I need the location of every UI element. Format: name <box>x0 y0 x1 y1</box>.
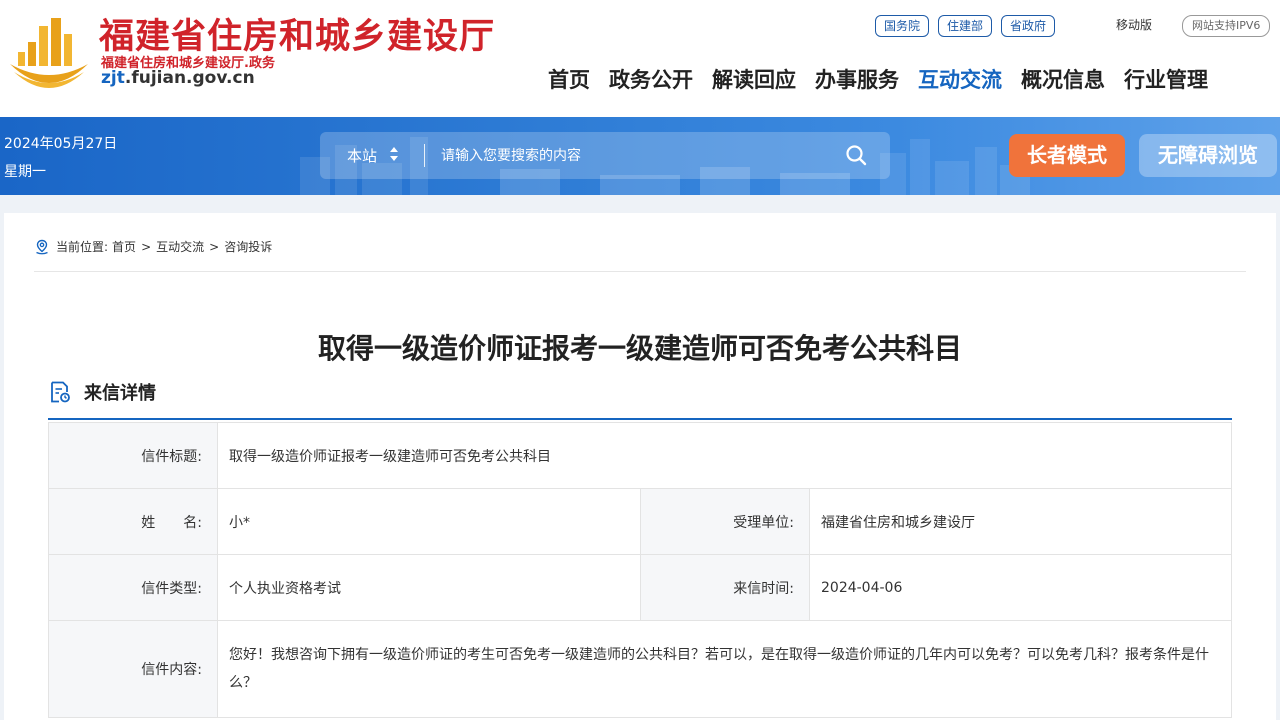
nav-interpretation[interactable]: 解读回应 <box>712 64 796 94</box>
elder-mode-button[interactable]: 长者模式 <box>1009 134 1125 177</box>
breadcrumb-separator: > <box>141 239 152 254</box>
nav-gov-affairs[interactable]: 政务公开 <box>609 64 693 94</box>
search-bar: 本站 <box>320 132 890 179</box>
search-divider <box>424 144 425 167</box>
banner: 2024年05月27日 星期一 本站 长者模式 无障碍浏览 <box>0 117 1280 195</box>
site-domain-rest: .fujian.gov.cn <box>124 68 255 88</box>
time-label: 来信时间: <box>640 554 810 621</box>
section-header: 来信详情 <box>48 379 156 405</box>
section-underline <box>48 418 1232 420</box>
search-input[interactable] <box>441 142 821 169</box>
breadcrumb-home[interactable]: 首页 <box>112 238 136 255</box>
unit-label: 受理单位: <box>640 488 810 555</box>
breadcrumb-consult[interactable]: 咨询投诉 <box>224 238 272 255</box>
letter-detail-table: 信件标题: 取得一级造价师证报考一级建造师可否免考公共科目 姓 名: 小* 受理… <box>48 422 1232 718</box>
table-row: 信件标题: 取得一级造价师证报考一级建造师可否免考公共科目 <box>48 422 1232 489</box>
name-label: 姓 名: <box>48 488 218 555</box>
letter-detail-icon <box>51 381 70 403</box>
site-domain-prefix: zjt <box>101 68 125 88</box>
name-value: 小* <box>217 488 641 555</box>
unit-value: 福建省住房和城乡建设厅 <box>809 488 1232 555</box>
site-header: 福建省住房和城乡建设厅 福建省住房和城乡建设厅.政务 zjt.fujian.go… <box>0 0 1280 117</box>
scope-updown-icon[interactable] <box>388 143 400 165</box>
search-icon[interactable] <box>844 143 868 167</box>
link-provincial-gov[interactable]: 省政府 <box>1001 15 1056 37</box>
breadcrumb-separator: > <box>209 239 220 254</box>
breadcrumb-interaction[interactable]: 互动交流 <box>156 238 204 255</box>
link-mohurd[interactable]: 住建部 <box>938 15 993 37</box>
main-nav: 首页 政务公开 解读回应 办事服务 互动交流 概况信息 行业管理 <box>548 64 1208 94</box>
nav-interaction[interactable]: 互动交流 <box>918 64 1002 94</box>
table-row: 姓 名: 小* 受理单位: 福建省住房和城乡建设厅 <box>48 488 1232 555</box>
nav-industry[interactable]: 行业管理 <box>1124 64 1208 94</box>
subject-value: 取得一级造价师证报考一级建造师可否免考公共科目 <box>217 422 1232 489</box>
nav-overview[interactable]: 概况信息 <box>1021 64 1105 94</box>
section-label: 来信详情 <box>84 383 156 404</box>
breadcrumb-divider <box>34 271 1246 272</box>
current-weekday: 星期一 <box>4 164 46 180</box>
breadcrumb-prefix: 当前位置: <box>56 240 109 254</box>
table-row: 信件内容: 您好！我想咨询下拥有一级造价师证的考生可否免考一级建造师的公共科目？… <box>48 620 1232 718</box>
search-scope-select[interactable]: 本站 <box>347 145 377 166</box>
time-value: 2024-04-06 <box>809 554 1232 621</box>
ipv6-badge: 网站支持IPV6 <box>1182 15 1271 37</box>
link-state-council[interactable]: 国务院 <box>875 15 930 37</box>
type-value: 个人执业资格考试 <box>217 554 641 621</box>
content-label: 信件内容: <box>48 620 218 718</box>
accessibility-button[interactable]: 无障碍浏览 <box>1139 134 1277 177</box>
subject-label: 信件标题: <box>48 422 218 489</box>
top-links: 国务院 住建部 省政府 <box>875 15 1056 37</box>
nav-services[interactable]: 办事服务 <box>815 64 899 94</box>
nav-home[interactable]: 首页 <box>548 64 590 94</box>
location-pin-icon <box>36 239 48 254</box>
page-title: 取得一级造价师证报考一级建造师可否免考公共科目 <box>317 332 962 365</box>
table-row: 信件类型: 个人执业资格考试 来信时间: 2024-04-06 <box>48 554 1232 621</box>
content-value: 您好！我想咨询下拥有一级造价师证的考生可否免考一级建造师的公共科目？若可以，是在… <box>217 620 1232 718</box>
type-label: 信件类型: <box>48 554 218 621</box>
current-date: 2024年05月27日 <box>4 136 118 152</box>
content-card: 当前位置: 首页 > 互动交流 > 咨询投诉 取得一级造价师证报考一级建造师可否… <box>4 213 1276 720</box>
mobile-version-link[interactable]: 移动版 <box>1116 16 1152 33</box>
site-domain: zjt.fujian.gov.cn <box>101 68 255 88</box>
logo-emblem-icon[interactable] <box>6 12 92 88</box>
breadcrumb: 当前位置: 首页 > 互动交流 > 咨询投诉 <box>34 238 272 255</box>
